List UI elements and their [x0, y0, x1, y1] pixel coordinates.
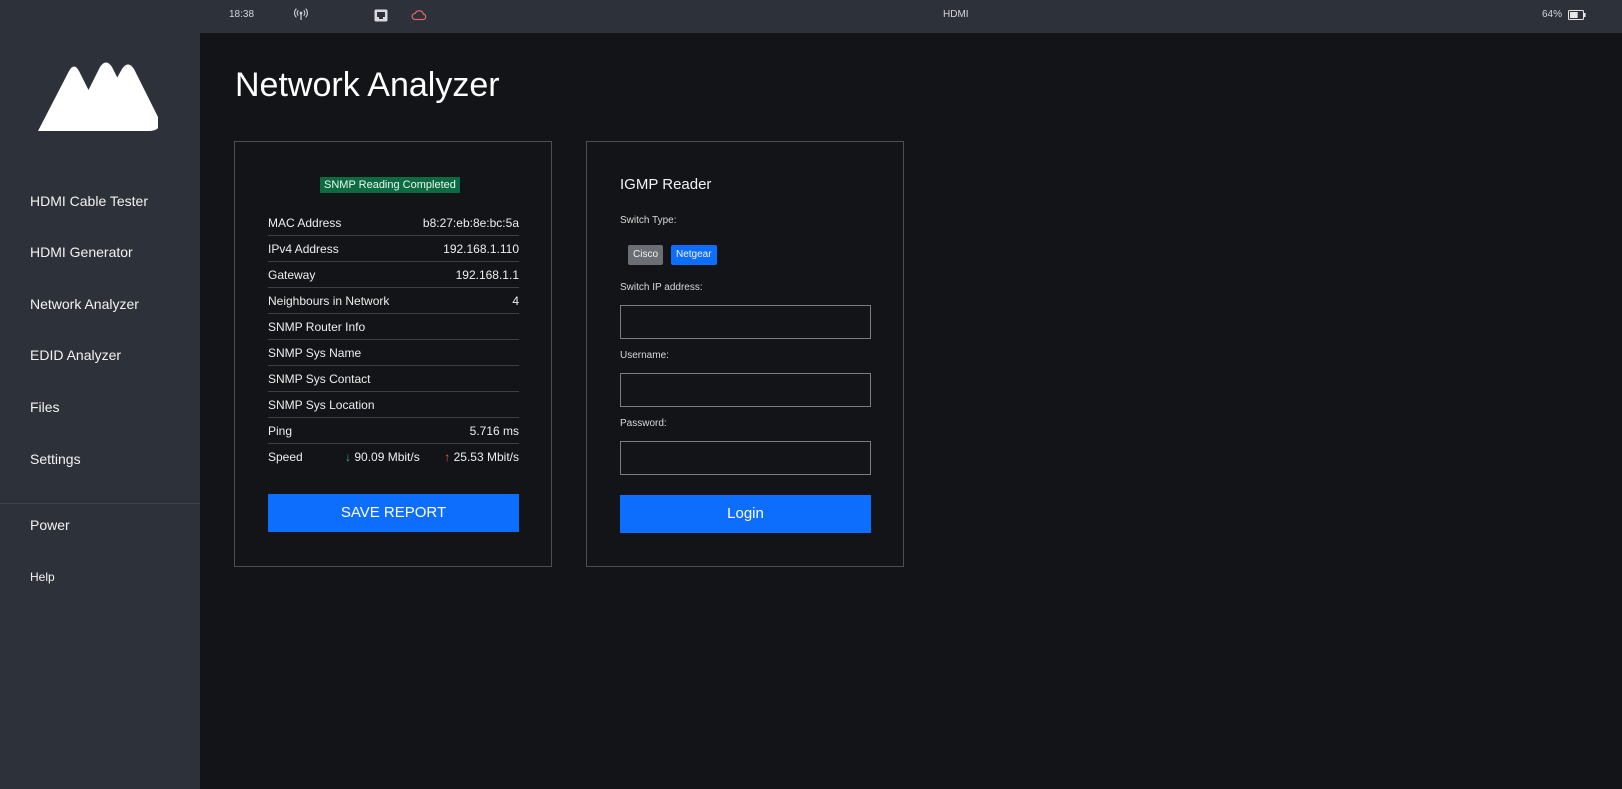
- row-value: 192.168.1.1: [455, 268, 519, 282]
- row-value: 4: [512, 294, 519, 308]
- password-label: Password:: [620, 418, 667, 429]
- sidebar-item-power[interactable]: Power: [30, 517, 70, 533]
- network-row-speed: Speed ↓ 90.09 Mbit/s ↑ 25.53 Mbit/s: [268, 444, 519, 470]
- network-row-snmp-sys-location: SNMP Sys Location: [268, 392, 519, 418]
- save-report-button[interactable]: SAVE REPORT: [268, 494, 519, 532]
- status-time: 18:38: [229, 9, 255, 20]
- network-row-ipv4-address: IPv4 Address 192.168.1.110: [268, 236, 519, 262]
- row-label: Ping: [268, 424, 293, 438]
- row-label: Neighbours in Network: [268, 294, 390, 308]
- sidebar-item-network-analyzer[interactable]: Network Analyzer: [30, 296, 139, 312]
- row-label: SNMP Router Info: [268, 320, 366, 334]
- upload-speed: ↑ 25.53 Mbit/s: [444, 450, 519, 464]
- arrow-up-icon: ↑: [444, 450, 451, 464]
- row-label: SNMP Sys Name: [268, 346, 362, 360]
- row-label: Gateway: [268, 268, 316, 282]
- network-row-mac-address: MAC Address b8:27:eb:8e:bc:5a: [268, 210, 519, 236]
- password-input[interactable]: [620, 441, 871, 475]
- network-row-gateway: Gateway 192.168.1.1: [268, 262, 519, 288]
- network-row-snmp-sys-contact: SNMP Sys Contact: [268, 366, 519, 392]
- row-value: b8:27:eb:8e:bc:5a: [422, 216, 519, 230]
- upload-speed-value: 25.53 Mbit/s: [453, 450, 519, 464]
- row-label: IPv4 Address: [268, 242, 339, 256]
- sidebar-divider: [0, 503, 200, 504]
- row-label: SNMP Sys Contact: [268, 372, 371, 386]
- switch-type-netgear-button[interactable]: Netgear: [671, 245, 717, 265]
- sidebar-item-hdmi-cable-tester[interactable]: HDMI Cable Tester: [30, 193, 148, 209]
- switch-ip-input[interactable]: [620, 305, 871, 339]
- download-speed-value: 90.09 Mbit/s: [354, 450, 420, 464]
- switch-type-label: Switch Type:: [620, 215, 677, 226]
- page-title: Network Analyzer: [235, 66, 500, 104]
- cloud-icon: [411, 10, 427, 21]
- sidebar-item-help[interactable]: Help: [30, 570, 55, 584]
- battery-level-fill: [1570, 12, 1578, 18]
- switch-type-cisco-button[interactable]: Cisco: [628, 245, 664, 265]
- brand-logo: [38, 62, 158, 131]
- ethernet-icon: [374, 9, 388, 22]
- network-row-snmp-router-info: SNMP Router Info: [268, 314, 519, 340]
- arrow-down-icon: ↓: [345, 450, 351, 464]
- row-value: 192.168.1.110: [443, 242, 519, 256]
- status-bar: 18:38 HDMI 64%: [0, 0, 1622, 33]
- battery-icon: [1568, 10, 1586, 20]
- network-row-ping: Ping 5.716 ms: [268, 418, 519, 444]
- battery-percent: 64%: [1542, 9, 1563, 20]
- sidebar-item-settings[interactable]: Settings: [30, 451, 81, 467]
- network-row-snmp-sys-name: SNMP Sys Name: [268, 340, 519, 366]
- row-value: 5.716 ms: [469, 424, 519, 438]
- status-hdmi-label: HDMI: [943, 9, 969, 20]
- network-row-neighbours: Neighbours in Network 4: [268, 288, 519, 314]
- download-speed: ↓ 90.09 Mbit/s: [345, 450, 420, 464]
- login-button[interactable]: Login: [620, 495, 871, 533]
- row-label: SNMP Sys Location: [268, 398, 375, 412]
- antenna-icon: [294, 8, 308, 20]
- sidebar-item-edid-analyzer[interactable]: EDID Analyzer: [30, 347, 121, 363]
- username-input[interactable]: [620, 373, 871, 407]
- status-badge: SNMP Reading Completed: [320, 177, 460, 193]
- row-label: MAC Address: [268, 216, 342, 230]
- switch-ip-label: Switch IP address:: [620, 282, 703, 293]
- sidebar-item-hdmi-generator[interactable]: HDMI Generator: [30, 244, 133, 260]
- igmp-reader-title: IGMP Reader: [620, 176, 712, 193]
- sidebar-item-files[interactable]: Files: [30, 399, 60, 415]
- row-label: Speed: [268, 450, 303, 464]
- username-label: Username:: [620, 350, 669, 361]
- sidebar: HDMI Cable Tester HDMI Generator Network…: [0, 33, 200, 789]
